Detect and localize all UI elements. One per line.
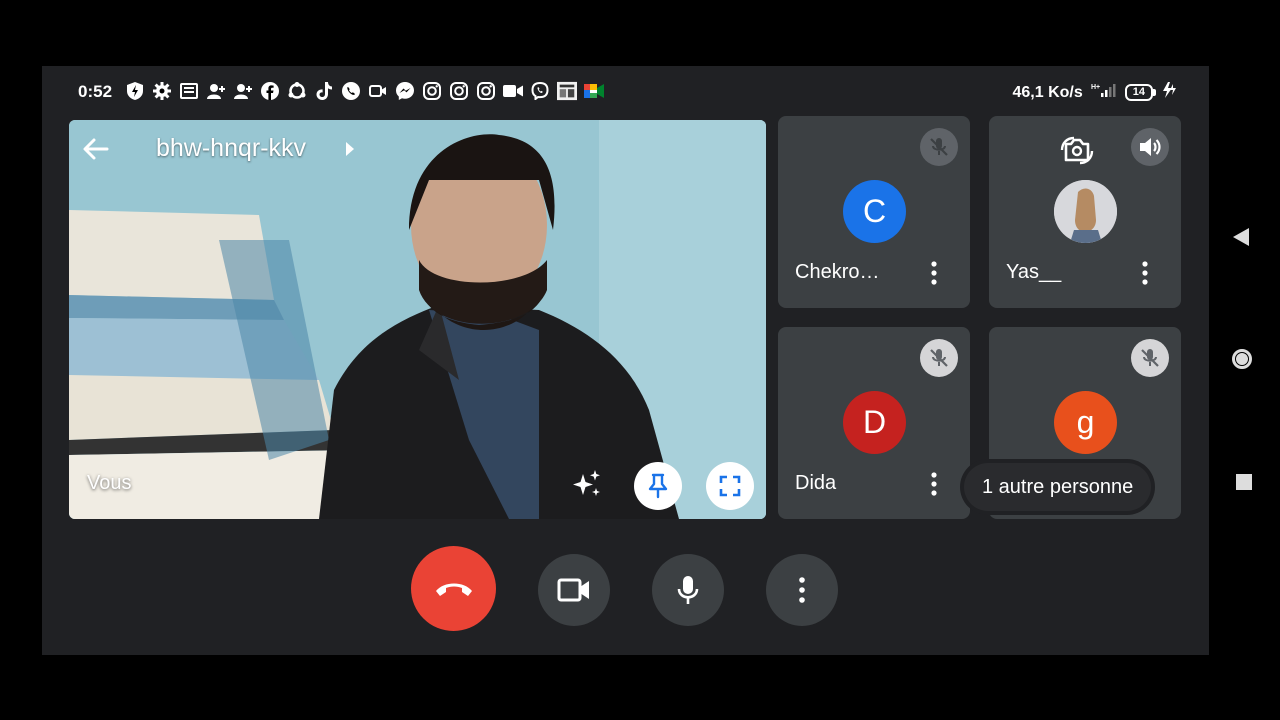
mic-off-icon: [1131, 339, 1169, 377]
status-right: 46,1 Ko/s H+ 14: [1012, 82, 1177, 103]
hang-up-icon: [435, 583, 472, 596]
mic-off-icon: [920, 339, 958, 377]
app-icon: [557, 81, 577, 101]
switch-camera-icon[interactable]: [1057, 130, 1097, 170]
more-vert-icon[interactable]: [922, 259, 946, 287]
meet-icon: [584, 81, 604, 101]
avatar: [1054, 180, 1117, 243]
speaker-icon[interactable]: [1131, 128, 1169, 166]
tiktok-icon: [314, 81, 334, 101]
call-controls: [42, 546, 1209, 636]
camera-icon: [503, 81, 523, 101]
participant-name: Chekro…: [795, 261, 880, 283]
messenger-icon: [395, 81, 415, 101]
nav-recents-icon[interactable]: [1236, 474, 1252, 490]
user-add-icon: [206, 81, 226, 101]
back-arrow-icon[interactable]: [81, 134, 111, 164]
participant-tile[interactable]: C Chekro…: [778, 116, 970, 308]
pin-icon: [648, 473, 668, 499]
system-nav-bar: [1209, 66, 1280, 655]
status-time: 0:52: [78, 82, 113, 101]
others-count-chip[interactable]: 1 autre personne: [964, 463, 1152, 511]
status-bar: 0:52 46,1 Ko/s H+ 14: [42, 66, 1209, 116]
news-icon: [179, 81, 199, 101]
nav-back-icon[interactable]: [1233, 228, 1249, 246]
more-vert-icon[interactable]: [1133, 259, 1157, 287]
participant-name: Yas__: [1006, 261, 1062, 283]
notification-icons: [125, 81, 604, 101]
signal-icon: H+: [1091, 82, 1117, 103]
svg-text:H+: H+: [1091, 84, 1100, 91]
mic-toggle-button[interactable]: [652, 554, 724, 626]
whatsapp-icon: [341, 81, 361, 101]
videocam-icon: [557, 578, 589, 602]
network-speed: 46,1 Ko/s: [1012, 83, 1083, 101]
bolt-shield-icon: [125, 81, 145, 101]
self-label: Vous: [87, 472, 132, 494]
participant-name: Dida: [795, 472, 837, 494]
nav-home-icon[interactable]: [1232, 349, 1252, 369]
instagram-icon: [476, 81, 496, 101]
charging-icon: [1161, 82, 1177, 103]
mic-icon: [677, 576, 699, 604]
self-video-frame: [69, 120, 766, 519]
participant-tile[interactable]: D Dida: [778, 327, 970, 519]
meeting-info-caret-icon[interactable]: [346, 142, 354, 156]
more-vert-icon[interactable]: [922, 470, 946, 498]
end-call-button[interactable]: [411, 546, 496, 631]
camera-toggle-button[interactable]: [538, 554, 610, 626]
effects-sparkle-icon[interactable]: [569, 466, 605, 502]
avatar: g: [1054, 391, 1117, 454]
settings-icon: [152, 81, 172, 101]
viber-icon: [530, 81, 550, 101]
meeting-code[interactable]: bhw-hnqr-kkv: [156, 134, 306, 163]
avatar: C: [843, 180, 906, 243]
instagram-icon: [449, 81, 469, 101]
self-video-tile[interactable]: bhw-hnqr-kkv Vous: [69, 120, 766, 519]
video-icon: [368, 81, 388, 101]
more-options-button[interactable]: [766, 554, 838, 626]
more-vert-icon: [799, 577, 805, 603]
instagram-icon: [422, 81, 442, 101]
participant-tile[interactable]: Yas__: [989, 116, 1181, 308]
battery-indicator: 14: [1124, 84, 1157, 101]
meet-screen: 0:52 46,1 Ko/s H+ 14 bhw-hnqr-kkv Vous C…: [42, 66, 1209, 655]
sync-icon: [287, 81, 307, 101]
mic-off-icon: [920, 128, 958, 166]
facebook-icon: [260, 81, 280, 101]
user-add-icon: [233, 81, 253, 101]
fullscreen-button[interactable]: [706, 462, 754, 510]
pin-button[interactable]: [634, 462, 682, 510]
avatar: D: [843, 391, 906, 454]
fullscreen-icon: [719, 475, 741, 497]
